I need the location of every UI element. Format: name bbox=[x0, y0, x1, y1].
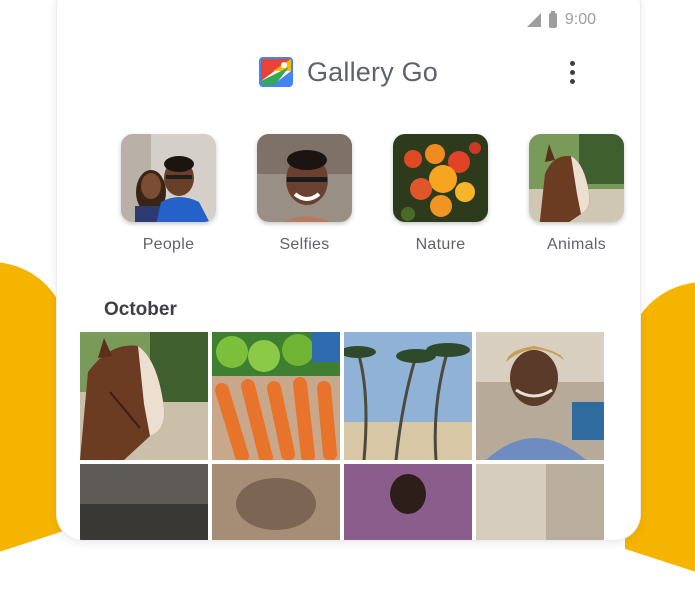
category-label: Animals bbox=[546, 236, 606, 253]
selfie-photo bbox=[257, 134, 352, 222]
photo-palm-trees[interactable] bbox=[344, 332, 472, 460]
photo-horse[interactable] bbox=[80, 332, 208, 460]
more-vert-icon[interactable] bbox=[562, 56, 582, 88]
app-title: Gallery Go bbox=[306, 56, 439, 87]
category-animals[interactable]: Animals bbox=[529, 134, 624, 254]
photo-dark[interactable] bbox=[80, 464, 208, 540]
category-nature[interactable]: Nature bbox=[393, 134, 488, 254]
two-people-photo bbox=[121, 134, 216, 222]
category-people[interactable]: People bbox=[121, 134, 216, 254]
section-title: October bbox=[104, 299, 177, 320]
status-bar: 9:00 bbox=[526, 8, 596, 32]
photo-grid bbox=[80, 332, 612, 540]
category-label: People bbox=[142, 236, 195, 253]
horse-photo bbox=[529, 134, 624, 222]
photo-light[interactable] bbox=[476, 464, 604, 540]
photo-portrait[interactable] bbox=[476, 332, 604, 460]
photo-vegetables[interactable] bbox=[212, 332, 340, 460]
category-label: Nature bbox=[415, 236, 466, 253]
signal-icon bbox=[526, 13, 541, 27]
app-header: Gallery Go bbox=[57, 52, 640, 92]
category-carousel: People Selfies Nature Animals bbox=[121, 134, 624, 254]
category-label: Selfies bbox=[279, 236, 330, 253]
photo-people[interactable] bbox=[344, 464, 472, 540]
gallery-go-logo bbox=[258, 57, 293, 87]
photo-blurred[interactable] bbox=[212, 464, 340, 540]
flowers-photo bbox=[393, 134, 488, 222]
phone-screen: 9:00 Gallery Go People Selfies Nature An… bbox=[57, 0, 640, 540]
battery-icon bbox=[548, 10, 557, 28]
status-time: 9:00 bbox=[564, 11, 596, 28]
category-selfies[interactable]: Selfies bbox=[257, 134, 352, 254]
